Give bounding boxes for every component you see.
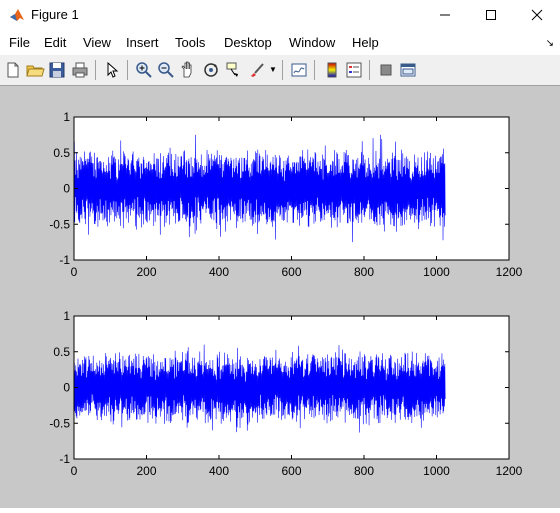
pan-icon[interactable] <box>178 60 198 80</box>
y-tick-label: -0.5 <box>49 217 70 231</box>
menu-view[interactable]: View <box>83 35 111 50</box>
x-tick-label: 1200 <box>496 265 523 279</box>
menu-help[interactable]: Help <box>352 35 379 50</box>
legend-icon[interactable] <box>344 60 364 80</box>
y-tick-label: 0.5 <box>53 146 70 160</box>
x-tick-label: 1000 <box>423 265 450 279</box>
menu-insert[interactable]: Insert <box>126 35 159 50</box>
y-tick-label: 0.5 <box>53 345 70 359</box>
y-tick-label: -1 <box>59 452 70 466</box>
x-tick-label: 200 <box>136 464 156 478</box>
subplot-1: 0 200 400 600 800 1000 1200 -1 -0.5 0 0.5 1 <box>49 110 522 279</box>
brush-dropdown-icon[interactable]: ▼ <box>269 65 277 74</box>
show-plot-tools-icon[interactable] <box>398 60 418 80</box>
open-file-icon[interactable] <box>25 60 45 80</box>
menu-edit[interactable]: Edit <box>44 35 66 50</box>
maximize-icon <box>486 10 496 20</box>
x-tick-label: 1200 <box>496 464 523 478</box>
y-tick-label: -0.5 <box>49 416 70 430</box>
rotate-3d-icon[interactable] <box>201 60 221 80</box>
colorbar-icon[interactable] <box>322 60 342 80</box>
matlab-logo-icon <box>10 9 24 21</box>
x-tick-label: 0 <box>71 265 78 279</box>
brush-icon[interactable] <box>247 60 267 80</box>
hide-plot-tools-icon[interactable] <box>376 60 396 80</box>
x-tick-label: 800 <box>354 265 374 279</box>
y-tick-label: 1 <box>63 309 70 323</box>
menu-desktop[interactable]: Desktop <box>224 35 272 50</box>
y-tick-label: 0 <box>63 182 70 196</box>
figure-svg: 0 200 400 600 800 1000 1200 -1 -0.5 0 0.5 1 0 200 400 6… <box>49 110 522 478</box>
window-title: Figure 1 <box>31 7 79 22</box>
y-tick-label: 1 <box>63 110 70 124</box>
zoom-in-icon[interactable] <box>134 60 154 80</box>
x-tick-label: 400 <box>209 464 229 478</box>
zoom-out-icon[interactable] <box>156 60 176 80</box>
x-tick-label: 600 <box>281 265 301 279</box>
menu-file[interactable]: File <box>9 35 30 50</box>
x-tick-label: 800 <box>354 464 374 478</box>
subplot-2: 0 200 400 600 800 1000 1200 -1 -0.5 0 0.5 1 <box>49 309 522 478</box>
title-bar: Figure 1 <box>0 0 560 30</box>
maximize-button[interactable] <box>468 0 514 30</box>
link-plot-icon[interactable] <box>289 60 309 80</box>
x-tick-label: 400 <box>209 265 229 279</box>
menu-bar: File Edit View Insert Tools Desktop Wind… <box>0 30 560 55</box>
dock-arrow-icon[interactable]: ↘ <box>546 38 554 49</box>
menu-window[interactable]: Window <box>289 35 335 50</box>
print-icon[interactable] <box>70 60 90 80</box>
x-tick-label: 600 <box>281 464 301 478</box>
minimize-button[interactable] <box>422 0 468 30</box>
minimize-icon <box>440 14 450 16</box>
data-cursor-icon[interactable] <box>224 60 244 80</box>
x-tick-label: 0 <box>71 464 78 478</box>
y-tick-label: -1 <box>59 253 70 267</box>
new-figure-icon[interactable] <box>3 60 23 80</box>
pointer-icon[interactable] <box>102 60 122 80</box>
x-tick-label: 1000 <box>423 464 450 478</box>
menu-tools[interactable]: Tools <box>175 35 205 50</box>
save-icon[interactable] <box>47 60 67 80</box>
close-button[interactable] <box>514 0 560 30</box>
y-tick-label: 0 <box>63 381 70 395</box>
figure-toolbar: ▼ <box>0 55 560 86</box>
x-tick-label: 200 <box>136 265 156 279</box>
figure-canvas: 0 200 400 600 800 1000 1200 -1 -0.5 0 0.5 1 0 200 400 6… <box>0 86 560 508</box>
close-icon <box>531 9 543 21</box>
